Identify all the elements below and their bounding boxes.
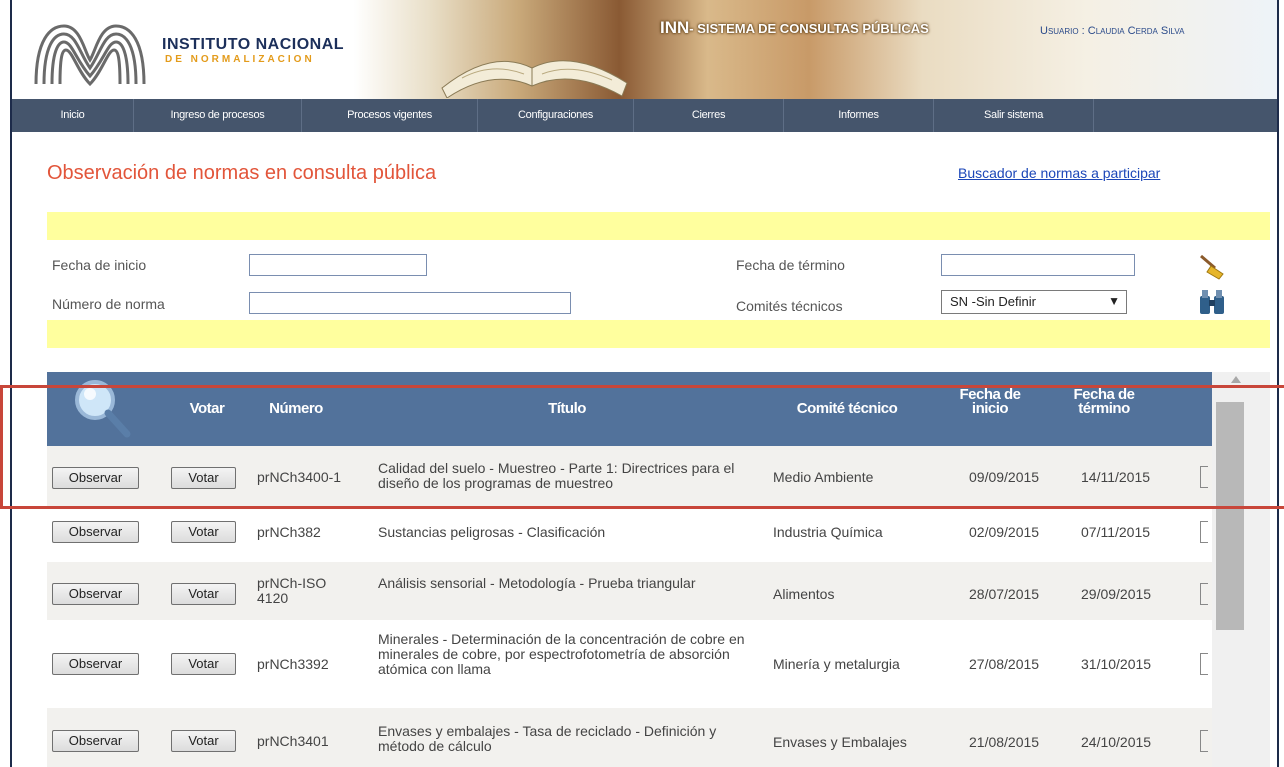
dropdown-arrow-icon: ▼ bbox=[1108, 294, 1120, 308]
row-end-date: 24/10/2015 bbox=[1081, 734, 1152, 750]
book-image-icon bbox=[441, 60, 628, 98]
finder-link[interactable]: Buscador de normas a participar bbox=[958, 165, 1160, 181]
system-title-text: - SISTEMA DE CONSULTAS PÚBLICAS bbox=[689, 21, 929, 36]
row-committee: Envases y Embalajes bbox=[773, 734, 907, 750]
header-banner: INSTITUTO NACIONAL DE NORMALIZACION INN-… bbox=[12, 0, 1277, 99]
nav-item-inicio[interactable]: Inicio bbox=[12, 99, 134, 132]
row-checkbox[interactable] bbox=[1200, 653, 1208, 675]
observe-button[interactable]: Observar bbox=[52, 521, 139, 543]
table-row: Observar Votar prNCh3392 Minerales - Det… bbox=[47, 620, 1212, 708]
norm-number-label: Número de norma bbox=[52, 296, 165, 312]
row-committee: Alimentos bbox=[773, 586, 835, 602]
row-highlight-frame bbox=[0, 385, 1284, 509]
row-end-date: 31/10/2015 bbox=[1081, 656, 1152, 672]
start-date-input[interactable] bbox=[249, 254, 427, 276]
table-row: Observar Votar prNCh3401 Envases y embal… bbox=[47, 708, 1212, 767]
nav-item-configuraciones[interactable]: Configuraciones bbox=[478, 99, 634, 132]
row-title: Envases y embalajes - Tasa de reciclado … bbox=[378, 723, 717, 754]
row-committee: Industria Química bbox=[773, 524, 883, 540]
start-date-label: Fecha de inicio bbox=[52, 257, 147, 273]
row-committee: Minería y metalurgia bbox=[773, 656, 900, 672]
table-row: Observar Votar prNCh-ISO 4120 Análisis s… bbox=[47, 562, 1212, 620]
user-label: Usuario : Claudia Cerda Silva bbox=[1040, 25, 1185, 37]
row-number: prNCh3392 bbox=[257, 656, 329, 672]
vote-button[interactable]: Votar bbox=[171, 730, 236, 752]
app-window: INSTITUTO NACIONAL DE NORMALIZACION INN-… bbox=[0, 0, 1284, 767]
org-subname: DE NORMALIZACION bbox=[165, 54, 315, 65]
committee-select-value: SN -Sin Definir bbox=[950, 294, 1036, 309]
system-title: INN- SISTEMA DE CONSULTAS PÚBLICAS bbox=[660, 18, 929, 38]
main-nav: Inicio Ingreso de procesos Procesos vige… bbox=[12, 99, 1277, 132]
end-date-label: Fecha de término bbox=[736, 257, 845, 273]
row-start-date: 28/07/2015 bbox=[969, 586, 1040, 602]
row-start-date: 21/08/2015 bbox=[969, 734, 1040, 750]
filter-band-top bbox=[47, 212, 1270, 240]
committee-select[interactable]: SN -Sin Definir ▼ bbox=[941, 290, 1127, 314]
end-date-input[interactable] bbox=[941, 254, 1135, 276]
observe-button[interactable]: Observar bbox=[52, 653, 139, 675]
row-end-date: 07/11/2015 bbox=[1081, 524, 1151, 540]
row-title: Análisis sensorial - Metodología - Prueb… bbox=[378, 575, 696, 591]
page-title: Observación de normas en consulta públic… bbox=[47, 162, 437, 184]
org-name: INSTITUTO NACIONAL bbox=[162, 36, 345, 53]
row-number: prNCh3401 bbox=[257, 733, 329, 749]
system-prefix: INN bbox=[660, 18, 690, 37]
observe-button[interactable]: Observar bbox=[52, 730, 139, 752]
nav-item-vigentes[interactable]: Procesos vigentes bbox=[302, 99, 478, 132]
row-title: Sustancias peligrosas - Clasificación bbox=[378, 524, 606, 540]
row-checkbox[interactable] bbox=[1200, 521, 1208, 543]
nav-item-cierres[interactable]: Cierres bbox=[634, 99, 784, 132]
row-start-date: 02/09/2015 bbox=[969, 524, 1040, 540]
scroll-up-icon[interactable] bbox=[1231, 376, 1241, 383]
row-end-date: 29/09/2015 bbox=[1081, 586, 1152, 602]
row-checkbox[interactable] bbox=[1200, 730, 1208, 752]
vote-button[interactable]: Votar bbox=[171, 521, 236, 543]
committee-label: Comités técnicos bbox=[736, 298, 843, 314]
row-title: Minerales - Determinación de la concentr… bbox=[378, 631, 745, 677]
filter-band-bottom bbox=[47, 320, 1270, 348]
row-number: prNCh-ISO 4120 bbox=[257, 575, 327, 606]
row-checkbox[interactable] bbox=[1200, 583, 1208, 605]
nav-item-ingreso[interactable]: Ingreso de procesos bbox=[134, 99, 302, 132]
broom-icon[interactable] bbox=[1197, 252, 1227, 280]
row-number: prNCh382 bbox=[257, 524, 321, 540]
vote-button[interactable]: Votar bbox=[171, 583, 236, 605]
nav-item-informes[interactable]: Informes bbox=[784, 99, 934, 132]
norm-number-input[interactable] bbox=[249, 292, 571, 314]
table-row: Observar Votar prNCh382 Sustancias pelig… bbox=[47, 508, 1212, 562]
nav-item-salir[interactable]: Salir sistema bbox=[934, 99, 1094, 132]
inn-logo-icon bbox=[34, 24, 146, 87]
vote-button[interactable]: Votar bbox=[171, 653, 236, 675]
observe-button[interactable]: Observar bbox=[52, 583, 139, 605]
right-border bbox=[1277, 0, 1279, 767]
row-start-date: 27/08/2015 bbox=[969, 656, 1040, 672]
binoculars-icon[interactable] bbox=[1197, 288, 1227, 316]
